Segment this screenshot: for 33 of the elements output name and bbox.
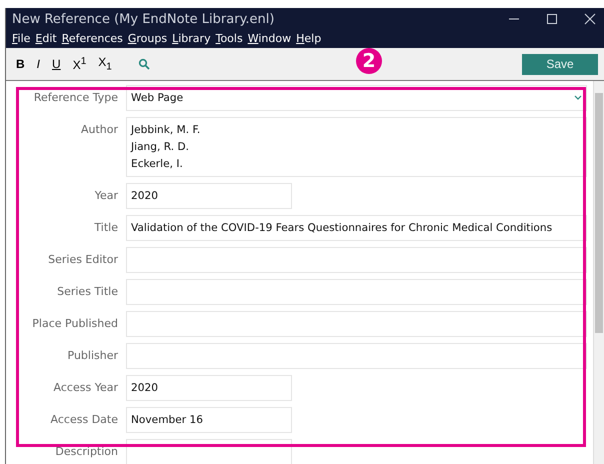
input-field[interactable]: 2020 <box>126 375 292 401</box>
input-field[interactable]: Jebbink, M. F. Jiang, R. D. Eckerle, I. <box>126 117 587 177</box>
format-button[interactable]: U <box>52 57 61 71</box>
input-field[interactable]: Validation of the COVID-19 Fears Questionnaires for Chronic Medical Conditions <box>126 215 587 241</box>
field-label: Series Editor <box>47 252 119 268</box>
menu-item[interactable]: Library <box>172 32 211 45</box>
dropdown-field[interactable]: Web Page <box>126 85 587 111</box>
field-label: Description <box>54 444 119 460</box>
field-label: Series Title <box>56 284 119 300</box>
format-button[interactable]: X$_{1}$ <box>98 55 112 73</box>
field-label: Publisher <box>66 348 119 364</box>
menu-item[interactable]: Help <box>296 32 322 45</box>
field-label: Year <box>94 188 119 204</box>
input-field[interactable]: 2020 <box>126 183 292 209</box>
field-label: Reference Type <box>32 90 119 106</box>
format-button[interactable]: I <box>36 57 40 71</box>
field-label: Access Date <box>50 412 119 428</box>
menu-item[interactable]: References <box>62 32 123 45</box>
menu-item[interactable]: File <box>12 32 30 45</box>
input-field[interactable]: November 16 <box>126 407 292 433</box>
menu-item[interactable]: Edit <box>35 32 57 45</box>
menu-item[interactable]: Tools <box>216 32 243 45</box>
window-title: New Reference (My EndNote Library.enl) <box>12 12 276 26</box>
field-label: Place Published <box>31 316 119 332</box>
field-label: Author <box>80 122 119 138</box>
field-label: Title <box>93 220 119 236</box>
format-button[interactable]: B <box>16 57 25 71</box>
format-button[interactable]: X$^{1}$ <box>72 56 86 72</box>
menu-item[interactable]: Groups <box>128 32 168 45</box>
field-label: Access Year <box>52 380 119 396</box>
save-button[interactable]: Save <box>522 54 598 74</box>
callout-marker: 2 <box>356 48 382 74</box>
menu-item[interactable]: Window <box>248 32 292 45</box>
